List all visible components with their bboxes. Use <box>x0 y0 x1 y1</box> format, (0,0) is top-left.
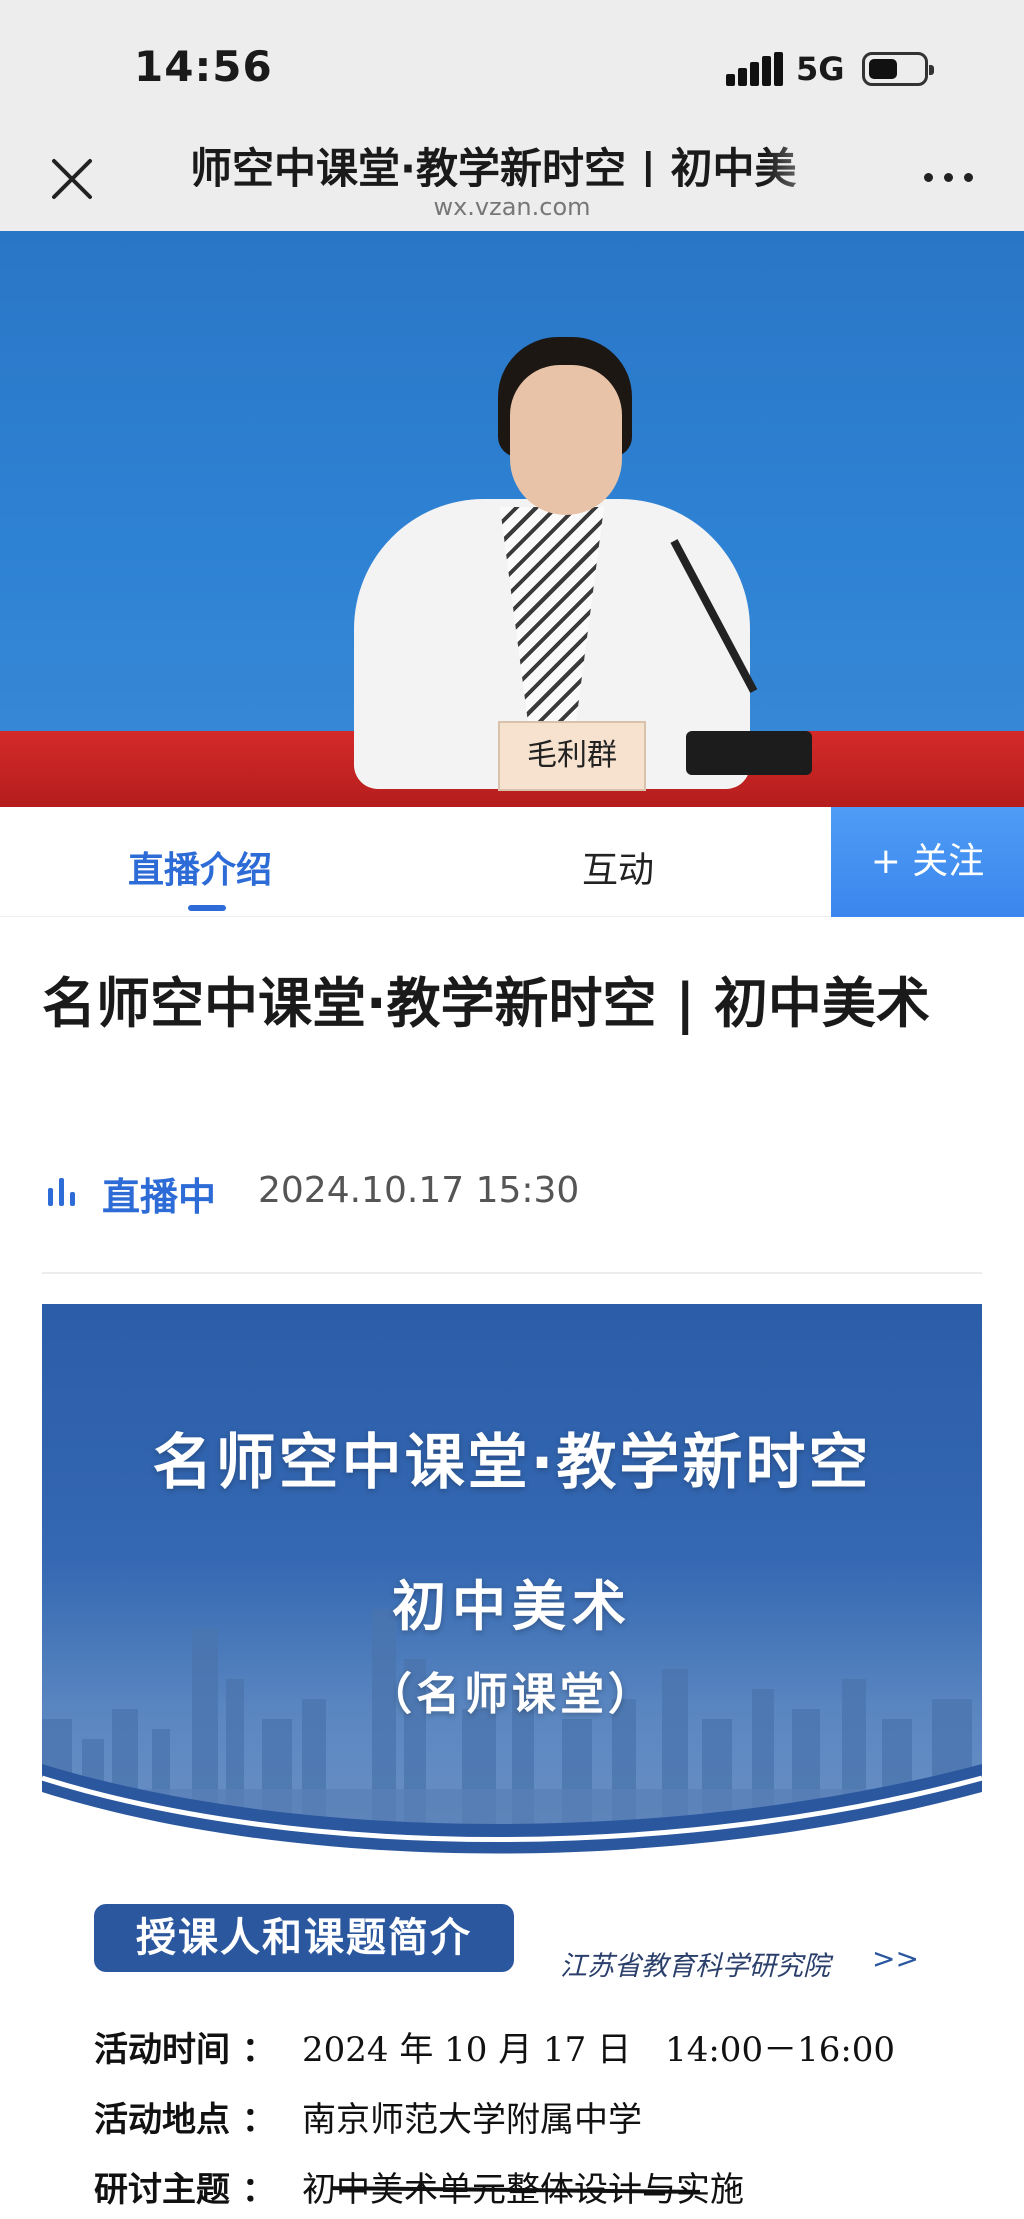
live-title: 名师空中课堂·教学新时空 | 初中美术 <box>42 972 930 1035</box>
poster-headline: 名师空中课堂·教学新时空 <box>152 1428 872 1498</box>
poster-wave <box>42 1764 982 1869</box>
signal-icon <box>726 52 784 86</box>
network-type: 5G <box>796 50 845 88</box>
clock: 14:56 <box>134 42 273 91</box>
speaker-face <box>510 365 622 515</box>
event-poster: 名师空中课堂·教学新时空 初中美术 （名师课堂） 授课人和课题简介 江苏省教育科… <box>42 1304 982 2219</box>
live-status-label: 直播中 <box>102 1175 217 1219</box>
speaker-nameplate: 毛利群 <box>498 721 646 791</box>
battery-icon <box>862 52 934 86</box>
follow-button[interactable]: + 关注 <box>831 807 1024 917</box>
info-value: 2024 年 10 月 17 日 14:00－16:00 <box>302 2030 896 2070</box>
microphone-base <box>686 731 812 775</box>
poster-subject: 初中美术 <box>392 1575 632 1638</box>
institute-link[interactable]: 江苏省教育科学研究院 <box>560 1944 830 1983</box>
live-status-icon <box>48 1178 78 1206</box>
more-icon[interactable] <box>920 165 980 195</box>
tab-bar: 直播介绍 互动 + 关注 <box>0 807 1024 917</box>
poster-category: （名师课堂） <box>368 1669 656 1720</box>
page-domain: wx.vzan.com <box>433 193 591 221</box>
tab-live-intro[interactable]: 直播介绍 <box>128 841 272 893</box>
status-bar: 14:56 5G <box>0 0 1024 135</box>
divider <box>42 1272 982 1274</box>
tab-interact[interactable]: 互动 <box>582 841 654 893</box>
tab-active-indicator <box>188 905 226 911</box>
institute-arrow-icon[interactable]: >> <box>872 1942 919 1975</box>
page-title: 师空中课堂·教学新时空 | 初中美 <box>190 144 797 187</box>
info-label: 活动时间 ： <box>94 2030 276 2070</box>
intro-tag: 授课人和课题简介 <box>94 1904 514 1972</box>
live-datetime: 2024.10.17 15:30 <box>258 1170 580 1211</box>
info-label: 活动地点 ： <box>94 2100 276 2140</box>
browser-nav-bar: 师空中课堂·教学新时空 | 初中美 wx.vzan.com <box>0 135 1024 231</box>
live-video-player[interactable]: 毛利群 <box>0 231 1024 807</box>
poster-banner: 名师空中课堂·教学新时空 初中美术 （名师课堂） <box>42 1304 982 1869</box>
info-value: 南京师范大学附属中学 <box>302 2100 642 2140</box>
info-label: 研讨主题 ： <box>94 2170 276 2210</box>
